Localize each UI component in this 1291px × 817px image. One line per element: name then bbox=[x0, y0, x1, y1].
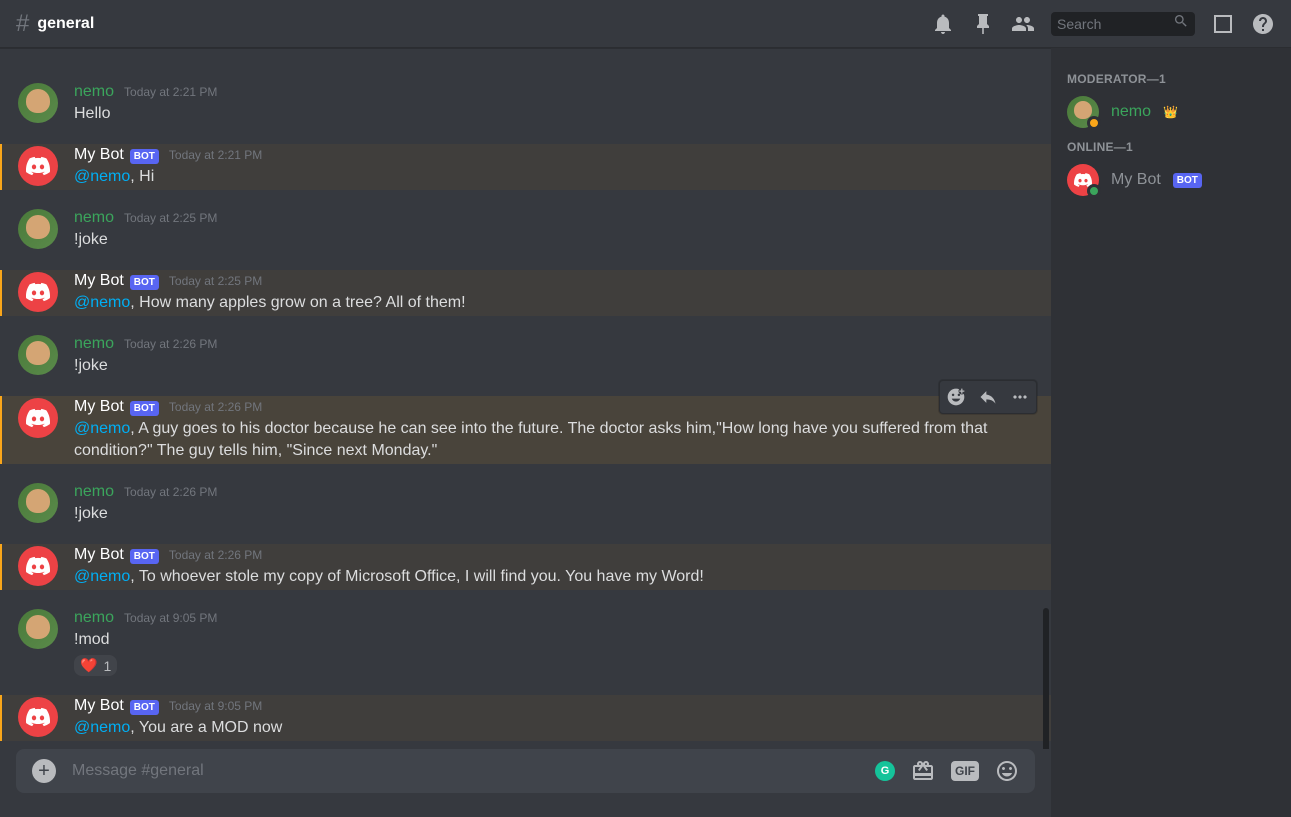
avatar[interactable] bbox=[18, 398, 58, 438]
message-author[interactable]: nemo bbox=[74, 609, 114, 627]
reaction[interactable]: ❤️ 1 bbox=[74, 655, 117, 676]
search-input[interactable] bbox=[1057, 16, 1173, 32]
message-timestamp: Today at 2:26 PM bbox=[124, 337, 217, 351]
message-content: @nemo, To whoever stole my copy of Micro… bbox=[74, 566, 1035, 588]
members-sidebar: MODERATOR—1 nemo 👑 ONLINE—1 My Bot BOT bbox=[1051, 48, 1291, 817]
crown-icon: 👑 bbox=[1163, 105, 1178, 119]
mention[interactable]: @nemo bbox=[74, 168, 130, 185]
message-item: My Bot BOT Today at 2:26 PM @nemo, A guy… bbox=[0, 396, 1051, 464]
add-reaction-icon[interactable] bbox=[940, 381, 972, 413]
message-item: My Bot BOT Today at 2:25 PM @nemo, How m… bbox=[0, 270, 1051, 316]
message-timestamp: Today at 2:25 PM bbox=[169, 274, 262, 288]
message-hover-actions bbox=[939, 380, 1037, 414]
status-indicator bbox=[1087, 116, 1101, 130]
message-content: @nemo, You are a MOD now bbox=[74, 717, 1035, 739]
message-content: !joke bbox=[74, 355, 1035, 377]
mention[interactable]: @nemo bbox=[74, 719, 130, 736]
reaction-count: 1 bbox=[103, 658, 111, 674]
bot-tag: BOT bbox=[1173, 173, 1202, 188]
channel-header: # general bbox=[0, 0, 1291, 48]
message-timestamp: Today at 2:25 PM bbox=[124, 211, 217, 225]
bot-tag: BOT bbox=[130, 700, 159, 715]
message-timestamp: Today at 9:05 PM bbox=[124, 611, 217, 625]
attach-button[interactable]: + bbox=[32, 759, 56, 783]
message-author[interactable]: My Bot bbox=[74, 272, 124, 290]
avatar[interactable] bbox=[18, 272, 58, 312]
members-icon[interactable] bbox=[1011, 12, 1035, 36]
gif-icon[interactable]: GIF bbox=[951, 761, 979, 781]
member-item[interactable]: My Bot BOT bbox=[1059, 160, 1283, 200]
mention[interactable]: @nemo bbox=[74, 420, 130, 437]
message-item: nemo Today at 2:21 PM Hello bbox=[0, 81, 1051, 127]
more-icon[interactable] bbox=[1004, 381, 1036, 413]
message-content: @nemo, Hi bbox=[74, 166, 1035, 188]
mention[interactable]: @nemo bbox=[74, 568, 130, 585]
inbox-icon[interactable] bbox=[1211, 12, 1235, 36]
message-content: !joke bbox=[74, 229, 1035, 251]
message-item: nemo Today at 2:26 PM !joke bbox=[0, 481, 1051, 527]
avatar[interactable] bbox=[18, 209, 58, 249]
avatar[interactable] bbox=[18, 609, 58, 649]
bot-tag: BOT bbox=[130, 149, 159, 164]
message-item: nemo Today at 2:26 PM !joke bbox=[0, 333, 1051, 379]
search-box[interactable] bbox=[1051, 12, 1195, 36]
scrollbar-thumb[interactable] bbox=[1043, 608, 1049, 749]
message-item: nemo Today at 2:25 PM !joke bbox=[0, 207, 1051, 253]
grammarly-icon[interactable]: G bbox=[875, 761, 895, 781]
avatar[interactable] bbox=[18, 546, 58, 586]
message-content: @nemo, A guy goes to his doctor because … bbox=[74, 418, 1035, 462]
message-timestamp: Today at 2:21 PM bbox=[124, 85, 217, 99]
search-icon bbox=[1173, 13, 1189, 34]
message-timestamp: Today at 9:05 PM bbox=[169, 699, 262, 713]
avatar[interactable] bbox=[18, 146, 58, 186]
message-content: !joke bbox=[74, 503, 1035, 525]
message-item: nemo Today at 9:05 PM !mod ❤️ 1 bbox=[0, 607, 1051, 678]
member-group-header: MODERATOR—1 bbox=[1059, 64, 1283, 90]
message-author[interactable]: My Bot bbox=[74, 546, 124, 564]
avatar[interactable] bbox=[18, 697, 58, 737]
member-item[interactable]: nemo 👑 bbox=[1059, 92, 1283, 132]
message-content: !mod bbox=[74, 629, 1035, 651]
message-author[interactable]: nemo bbox=[74, 209, 114, 227]
chat-container: nemo Today at 2:21 PM Hello My Bot BOT T… bbox=[0, 48, 1051, 817]
messages-list: nemo Today at 2:21 PM Hello My Bot BOT T… bbox=[0, 48, 1051, 749]
member-group-header: ONLINE—1 bbox=[1059, 132, 1283, 158]
message-author[interactable]: nemo bbox=[74, 483, 114, 501]
notifications-icon[interactable] bbox=[931, 12, 955, 36]
gift-icon[interactable] bbox=[911, 759, 935, 783]
member-name: nemo bbox=[1111, 103, 1151, 121]
message-timestamp: Today at 2:26 PM bbox=[169, 400, 262, 414]
channel-name: general bbox=[37, 15, 94, 33]
bot-tag: BOT bbox=[130, 549, 159, 564]
message-item: My Bot BOT Today at 2:26 PM @nemo, To wh… bbox=[0, 544, 1051, 590]
avatar[interactable] bbox=[18, 483, 58, 523]
message-item: My Bot BOT Today at 9:05 PM @nemo, You a… bbox=[0, 695, 1051, 741]
emoji-icon[interactable] bbox=[995, 759, 1019, 783]
hash-icon: # bbox=[16, 10, 29, 38]
message-author[interactable]: My Bot bbox=[74, 398, 124, 416]
mention[interactable]: @nemo bbox=[74, 294, 130, 311]
pin-icon[interactable] bbox=[971, 12, 995, 36]
message-timestamp: Today at 2:26 PM bbox=[169, 548, 262, 562]
message-author[interactable]: nemo bbox=[74, 83, 114, 101]
message-content: Hello bbox=[74, 103, 1035, 125]
avatar[interactable] bbox=[18, 335, 58, 375]
message-item: My Bot BOT Today at 2:21 PM @nemo, Hi bbox=[0, 144, 1051, 190]
message-author[interactable]: My Bot bbox=[74, 697, 124, 715]
bot-tag: BOT bbox=[130, 401, 159, 416]
message-author[interactable]: nemo bbox=[74, 335, 114, 353]
avatar[interactable] bbox=[18, 83, 58, 123]
message-input-box[interactable]: + G GIF bbox=[16, 749, 1035, 793]
bot-tag: BOT bbox=[130, 275, 159, 290]
help-icon[interactable] bbox=[1251, 12, 1275, 36]
message-input[interactable] bbox=[72, 762, 875, 780]
status-indicator bbox=[1087, 184, 1101, 198]
message-author[interactable]: My Bot bbox=[74, 146, 124, 164]
message-timestamp: Today at 2:21 PM bbox=[169, 148, 262, 162]
message-content: @nemo, How many apples grow on a tree? A… bbox=[74, 292, 1035, 314]
reaction-emoji: ❤️ bbox=[80, 657, 97, 674]
reply-icon[interactable] bbox=[972, 381, 1004, 413]
member-name: My Bot bbox=[1111, 171, 1161, 189]
message-timestamp: Today at 2:26 PM bbox=[124, 485, 217, 499]
